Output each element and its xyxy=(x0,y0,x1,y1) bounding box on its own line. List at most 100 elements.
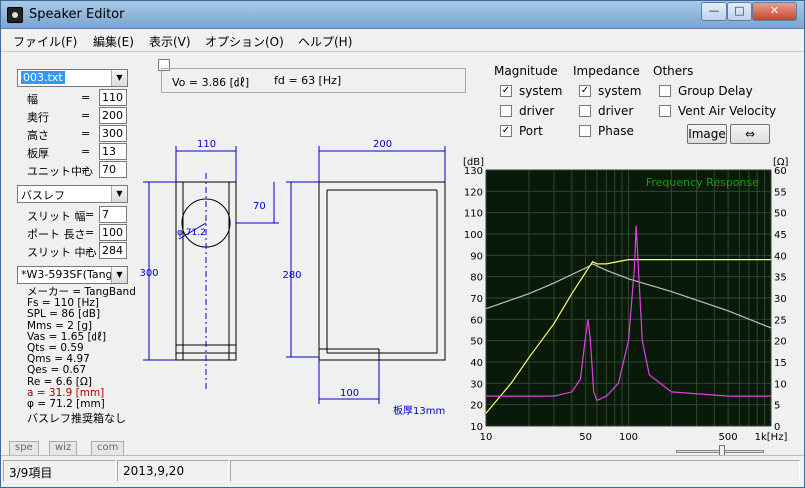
x-tick-label: 50 xyxy=(579,432,592,443)
y-left-tick-label: 120 xyxy=(464,187,483,198)
y-left-unit: [dB] xyxy=(463,157,484,168)
group-delay-checkbox[interactable] xyxy=(659,85,671,97)
unit-select-value: *W3-593SF(Tangl xyxy=(21,268,116,281)
title-bar[interactable]: Speaker Editor — □ ✕ xyxy=(1,1,804,29)
imp-phase-checkbox[interactable] xyxy=(579,125,591,137)
info-vo: Vo = 3.86 [㎗] xyxy=(172,76,250,89)
param-width-label: 幅 xyxy=(27,93,38,106)
equals-sign: = xyxy=(81,91,91,104)
side-view xyxy=(318,181,446,361)
menu-file[interactable]: ファイル(F) xyxy=(13,33,77,50)
tab-com[interactable]: com xyxy=(91,441,125,455)
equals-sign: = xyxy=(85,208,95,221)
menu-help[interactable]: ヘルプ(H) xyxy=(298,33,352,50)
dim-unit-center-label: 70 xyxy=(253,201,266,212)
dim-height-label: 300 xyxy=(139,268,158,279)
spec-qes: Qes = 0.67 xyxy=(27,364,87,377)
x-tick-label: 500 xyxy=(719,432,738,443)
side-dimensions xyxy=(286,146,446,404)
mag-driver-label: driver xyxy=(519,104,555,118)
y-left-tick-label: 80 xyxy=(470,273,483,284)
vent-air-velocity-checkbox[interactable] xyxy=(659,105,671,117)
others-header: Others xyxy=(653,64,694,78)
minimize-button[interactable]: — xyxy=(701,2,727,21)
spec-note: バスレフ推奨箱なし xyxy=(27,412,126,426)
y-right-tick-label: 35 xyxy=(774,273,787,284)
y-right-tick-label: 10 xyxy=(774,379,787,390)
menu-bar: ファイル(F) 編集(E) 表示(V) オプション(O) ヘルプ(H) xyxy=(1,30,804,52)
app-icon xyxy=(7,7,23,23)
impedance-header: Impedance xyxy=(573,64,640,78)
mag-port-checkbox[interactable]: ✓ xyxy=(500,125,512,137)
spec-spl: SPL = 86 [dB] xyxy=(27,308,101,321)
unit-select[interactable]: *W3-593SF(Tangl ▼ xyxy=(17,266,128,284)
y-right-tick-label: 45 xyxy=(774,230,787,241)
equals-sign: = xyxy=(81,163,91,176)
menu-options[interactable]: オプション(O) xyxy=(205,33,284,50)
y-right-unit: [Ω] xyxy=(773,157,789,168)
param-depth-input[interactable]: 200 xyxy=(99,107,127,124)
dim-inner-height-label: 280 xyxy=(282,270,301,281)
magnitude-header: Magnitude xyxy=(494,64,558,78)
port-slit-center-input[interactable]: 284 xyxy=(99,242,127,259)
chevron-down-icon: ▼ xyxy=(111,267,127,283)
tab-wiz[interactable]: wiz xyxy=(49,441,78,455)
y-right-tick-label: 20 xyxy=(774,337,787,348)
y-right-tick-label: 50 xyxy=(774,209,787,220)
type-select[interactable]: バスレフ ▼ xyxy=(17,185,128,203)
spec-phi: φ = 71.2 [mm] xyxy=(27,398,105,411)
maximize-button[interactable]: □ xyxy=(727,2,752,21)
port-slit-width-input[interactable]: 7 xyxy=(99,206,127,223)
front-dimensions xyxy=(143,146,279,361)
mag-port-label: Port xyxy=(519,124,543,138)
y-left-tick-label: 20 xyxy=(470,401,483,412)
y-left-tick-label: 70 xyxy=(470,294,483,305)
image-button[interactable]: Image xyxy=(687,124,727,144)
file-select-value: 003.txt xyxy=(21,71,65,84)
menu-view[interactable]: 表示(V) xyxy=(149,33,191,50)
imp-driver-label: driver xyxy=(598,104,634,118)
swap-button[interactable]: ⇔ xyxy=(730,124,770,144)
file-select[interactable]: 003.txt ▼ xyxy=(17,69,128,87)
tab-spe[interactable]: spe xyxy=(9,441,39,455)
imp-driver-checkbox[interactable] xyxy=(579,105,591,117)
y-left-tick-label: 100 xyxy=(464,230,483,241)
type-select-value: バスレフ xyxy=(21,189,65,202)
imp-system-label: system xyxy=(598,84,642,98)
param-height-input[interactable]: 300 xyxy=(99,125,127,142)
y-right-tick-label: 25 xyxy=(774,315,787,326)
dim-side-depth-label: 200 xyxy=(373,139,392,150)
y-left-tick-label: 110 xyxy=(464,209,483,220)
param-depth-label: 奥行 xyxy=(27,111,49,124)
dim-port-length-label: 100 xyxy=(340,388,359,399)
mag-driver-checkbox[interactable] xyxy=(500,105,512,117)
x-tick-label: 10 xyxy=(480,432,493,443)
dim-front-width-label: 110 xyxy=(197,139,216,150)
mag-system-checkbox[interactable]: ✓ xyxy=(500,85,512,97)
y-left-tick-label: 60 xyxy=(470,315,483,326)
enclosure-drawing: 110 200 70 300 280 φ 71.2 100 板厚13mm xyxy=(139,139,446,417)
menu-edit[interactable]: 編集(E) xyxy=(93,33,134,50)
chevron-down-icon: ▼ xyxy=(111,186,127,202)
y-right-tick-label: 30 xyxy=(774,294,787,305)
port-length-input[interactable]: 100 xyxy=(99,224,127,241)
vent-air-velocity-label: Vent Air Velocity xyxy=(678,104,777,118)
imp-phase-label: Phase xyxy=(598,124,634,138)
equals-sign: = xyxy=(81,109,91,122)
param-thickness-input[interactable]: 13 xyxy=(99,143,127,160)
param-width-input[interactable]: 110 xyxy=(99,89,127,106)
x-tick-label: 1k[Hz] xyxy=(755,432,788,443)
equals-sign: = xyxy=(85,244,95,257)
app-window: Speaker Editor — □ ✕ ファイル(F) 編集(E) 表示(V)… xyxy=(0,0,805,488)
info-box: Vo = 3.86 [㎗] fd = 63 [Hz] xyxy=(161,68,466,93)
status-item-count: 3/9項目 xyxy=(3,460,116,482)
param-unit-center-input[interactable]: 70 xyxy=(99,161,127,178)
y-right-tick-label: 15 xyxy=(774,358,787,369)
port-length-label: ポート 長さ xyxy=(27,228,86,241)
info-fd: fd = 63 [Hz] xyxy=(274,74,342,87)
y-left-tick-label: 40 xyxy=(470,358,483,369)
status-bar: 3/9項目 2013,9,20 xyxy=(1,455,804,487)
imp-system-checkbox[interactable]: ✓ xyxy=(579,85,591,97)
y-right-tick-label: 55 xyxy=(774,187,787,198)
close-button[interactable]: ✕ xyxy=(752,2,797,21)
